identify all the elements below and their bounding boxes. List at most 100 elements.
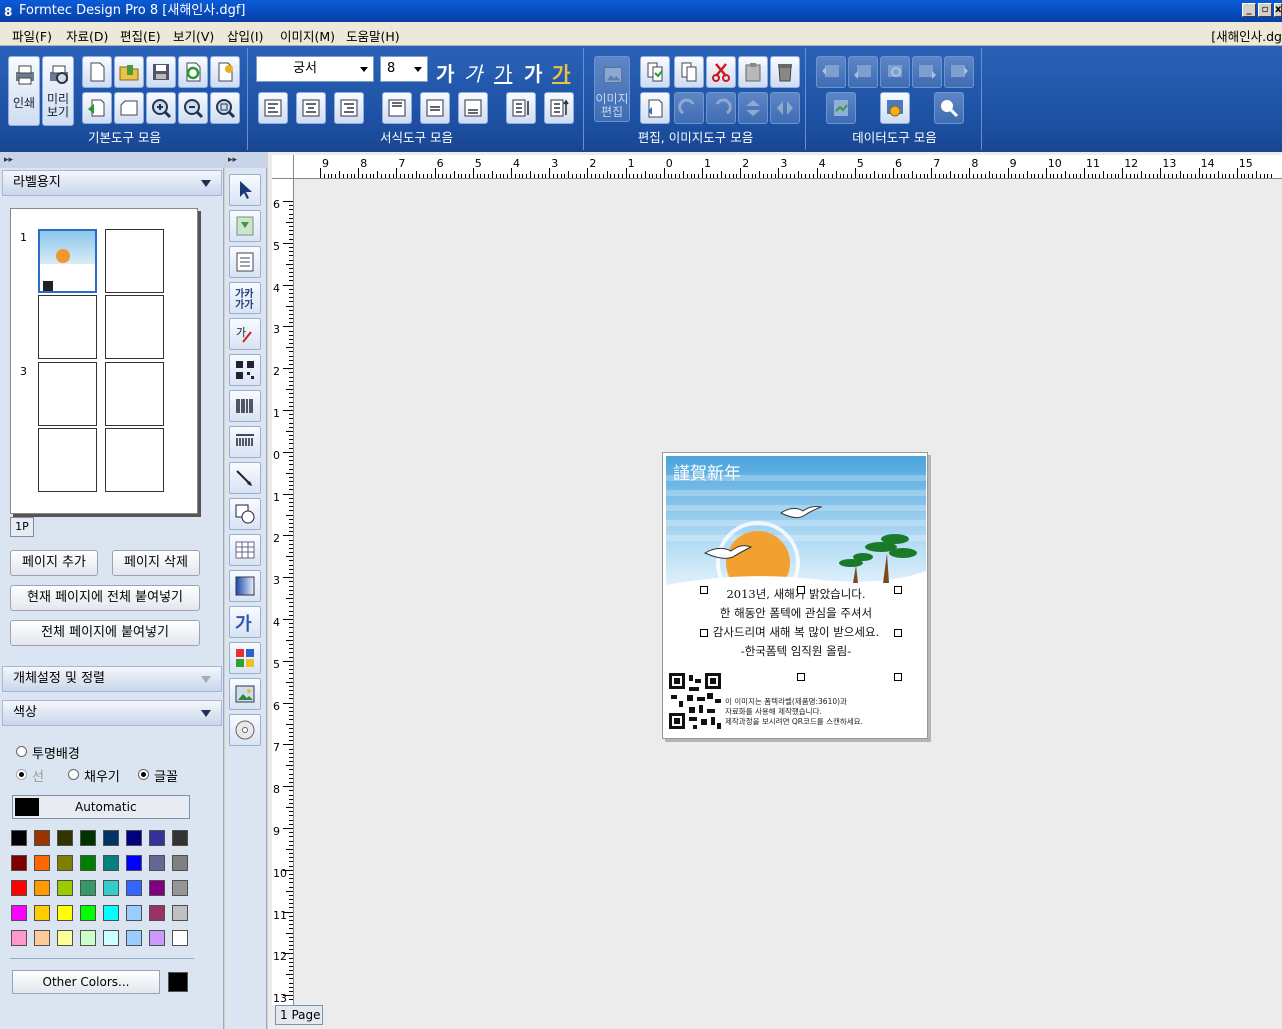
color-swatch[interactable] <box>11 830 27 846</box>
color-swatch[interactable] <box>34 880 50 896</box>
fill-color-radio[interactable] <box>68 769 79 780</box>
barcode-tool[interactable] <box>229 390 261 422</box>
menu-view[interactable]: 보기(V) <box>173 26 214 45</box>
align-bottom-button[interactable] <box>458 92 488 124</box>
underline-button[interactable]: 가 <box>494 58 512 87</box>
bring-front-button[interactable] <box>640 92 670 124</box>
color-swatch[interactable] <box>172 830 188 846</box>
selection-handle[interactable] <box>700 629 708 637</box>
insert-object-tool[interactable] <box>229 210 261 242</box>
color-swatch[interactable] <box>172 905 188 921</box>
select-tool[interactable] <box>229 174 261 206</box>
data-search-button[interactable] <box>934 92 964 124</box>
data-settings-button[interactable] <box>880 92 910 124</box>
serial-number-tool[interactable] <box>229 426 261 458</box>
menu-data[interactable]: 자료(D) <box>66 26 108 45</box>
label-cell[interactable] <box>38 295 97 359</box>
export-button[interactable] <box>210 56 240 88</box>
new-year-label-card[interactable]: 謹賀新年 2013년, 새해가 밝았습니다. 한 해동안 폼텍에 관심을 주셔서… <box>662 452 928 739</box>
label-cell[interactable] <box>105 295 164 359</box>
paste-button[interactable] <box>738 56 768 88</box>
page-button[interactable] <box>114 92 144 124</box>
color-swatch[interactable] <box>172 880 188 896</box>
strip-collapse-icon[interactable]: ▸▸ <box>225 152 267 168</box>
image-edit-button[interactable]: 이미지 편집 <box>594 56 630 122</box>
flip-horizontal-button[interactable] <box>770 92 800 124</box>
color-swatch[interactable] <box>34 905 50 921</box>
align-right-button[interactable] <box>334 92 364 124</box>
object-settings-header[interactable]: 개체설정 및 정렬 <box>2 666 222 692</box>
color-swatch[interactable] <box>80 830 96 846</box>
other-colors-button[interactable]: Other Colors... <box>12 970 160 994</box>
data-view-button[interactable] <box>826 92 856 124</box>
color-swatch[interactable] <box>34 930 50 946</box>
prev-record-button[interactable] <box>848 56 878 88</box>
color-swatch[interactable] <box>11 905 27 921</box>
duplicate-button[interactable] <box>674 56 704 88</box>
copy-button[interactable] <box>640 56 670 88</box>
paste-all-current-page-button[interactable]: 현재 페이지에 전체 붙여넣기 <box>10 585 200 611</box>
label-cell[interactable] <box>105 428 164 492</box>
align-middle-button[interactable] <box>420 92 450 124</box>
text-box-tool[interactable] <box>229 246 261 278</box>
color-swatch[interactable] <box>57 855 73 871</box>
color-swatch[interactable] <box>149 930 165 946</box>
color-swatch[interactable] <box>126 880 142 896</box>
zoom-fit-button[interactable] <box>210 92 240 124</box>
align-top-button[interactable] <box>382 92 412 124</box>
label-cell[interactable] <box>105 229 164 293</box>
label-paper-header[interactable]: 라벨용지 <box>2 170 222 196</box>
label-cell[interactable] <box>38 428 97 492</box>
label-cell-1[interactable] <box>38 229 97 293</box>
font-size-select[interactable]: 8 <box>380 56 428 82</box>
rotate-button[interactable] <box>674 92 704 124</box>
color-swatch[interactable] <box>11 930 27 946</box>
menu-help[interactable]: 도움말(H) <box>346 26 400 45</box>
align-left-button[interactable] <box>258 92 288 124</box>
color-swatch[interactable] <box>149 905 165 921</box>
shadow-button[interactable]: 가 <box>524 58 542 87</box>
open-button[interactable] <box>114 56 144 88</box>
color-swatch[interactable] <box>80 855 96 871</box>
color-swatch[interactable] <box>172 930 188 946</box>
word-art-tool[interactable]: 가 <box>229 606 261 638</box>
char-spacing-button[interactable] <box>506 92 536 124</box>
color-swatch[interactable] <box>57 930 73 946</box>
selection-handle[interactable] <box>894 629 902 637</box>
bold-button[interactable]: 가 <box>436 58 454 87</box>
delete-button[interactable] <box>770 56 800 88</box>
label-cell[interactable] <box>105 362 164 426</box>
color-swatch[interactable] <box>57 880 73 896</box>
align-center-button[interactable] <box>296 92 326 124</box>
vertical-text-tool[interactable]: 가카 가가 <box>229 282 261 314</box>
font-color-radio[interactable] <box>138 769 149 780</box>
line-color-radio[interactable] <box>16 769 27 780</box>
color-swatch[interactable] <box>11 880 27 896</box>
qr-code-tool[interactable] <box>229 354 261 386</box>
find-record-button[interactable] <box>880 56 910 88</box>
restore-button[interactable]: ▫ <box>1258 3 1272 17</box>
import-button[interactable] <box>82 92 112 124</box>
font-color-button[interactable]: 가 <box>552 58 570 87</box>
color-swatch[interactable] <box>103 930 119 946</box>
menu-file[interactable]: 파일(F) <box>12 26 52 45</box>
color-swatch[interactable] <box>126 855 142 871</box>
gradient-tool[interactable] <box>229 570 261 602</box>
image-tool[interactable] <box>229 678 261 710</box>
color-swatch[interactable] <box>149 830 165 846</box>
color-swatch[interactable] <box>149 880 165 896</box>
shape-tool[interactable] <box>229 498 261 530</box>
italic-button[interactable]: 가 <box>464 58 482 87</box>
selection-handle[interactable] <box>700 586 708 594</box>
save-button[interactable] <box>146 56 176 88</box>
cut-button[interactable] <box>706 56 736 88</box>
color-swatch[interactable] <box>34 855 50 871</box>
add-page-button[interactable]: 페이지 추가 <box>10 550 98 576</box>
color-swatch[interactable] <box>103 855 119 871</box>
selection-handle[interactable] <box>894 673 902 681</box>
last-record-button[interactable] <box>944 56 974 88</box>
first-record-button[interactable] <box>816 56 846 88</box>
preview-button[interactable]: 미리 보기 <box>42 56 74 126</box>
disc-tool[interactable] <box>229 714 261 746</box>
color-swatch[interactable] <box>80 880 96 896</box>
